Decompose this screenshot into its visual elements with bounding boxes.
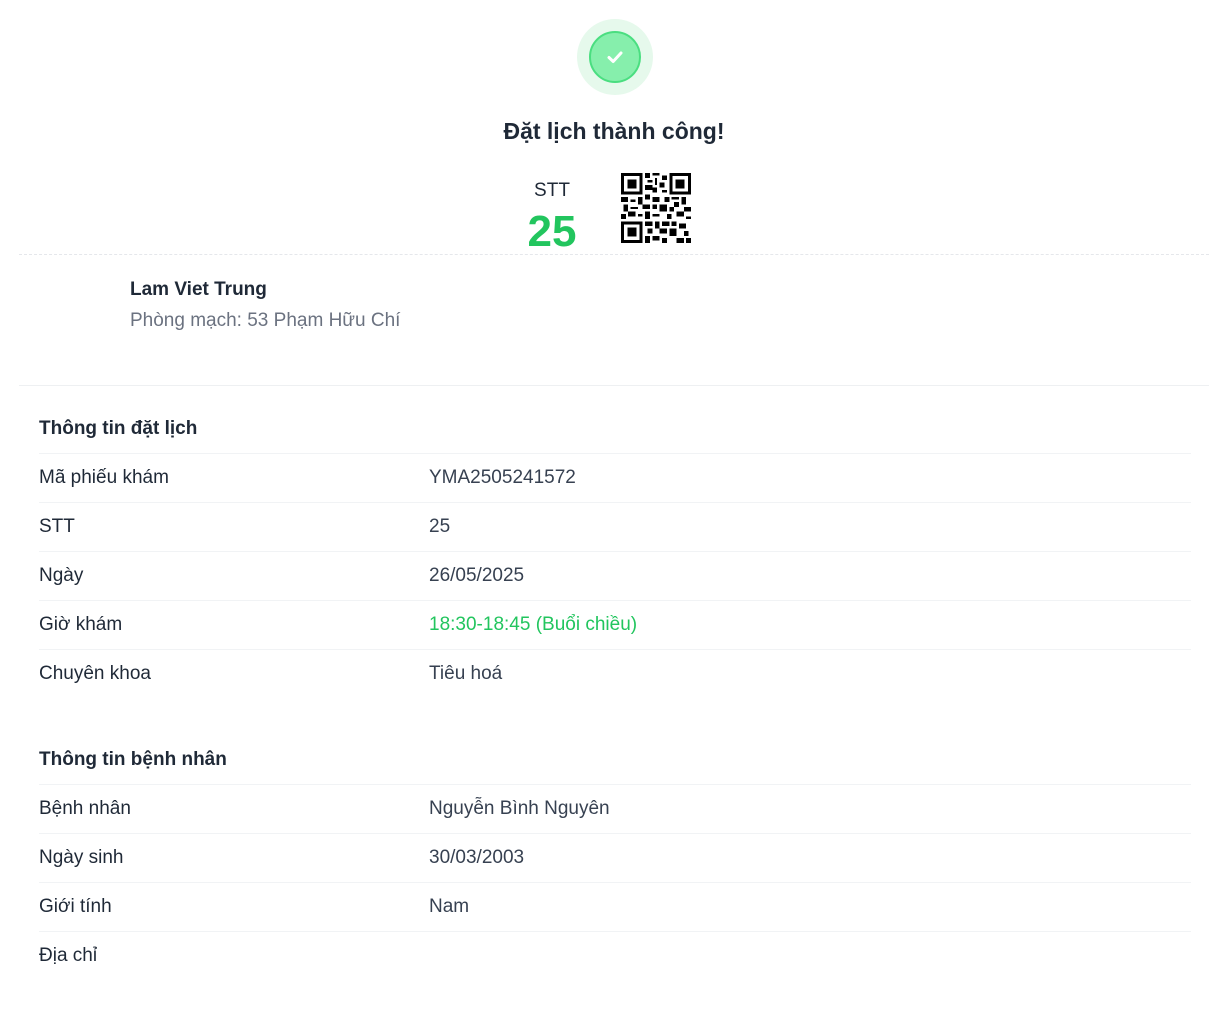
- doctor-name: Lam Viet Trung: [130, 279, 267, 300]
- row-label: Mã phiếu khám: [39, 467, 169, 488]
- booking-row-stt: STT 25: [39, 503, 1191, 552]
- patient-row-name: Bệnh nhân Nguyễn Bình Nguyên: [39, 785, 1191, 834]
- dotted-divider: [19, 254, 1209, 255]
- row-value: Nguyễn Bình Nguyên: [429, 798, 610, 819]
- patient-row-address: Địa chỉ: [39, 932, 1191, 980]
- row-label: Giới tính: [39, 896, 112, 917]
- row-label: Ngày sinh: [39, 847, 124, 868]
- row-value: YMA2505241572: [429, 467, 576, 488]
- row-value: 25: [429, 516, 451, 537]
- section-divider: [19, 385, 1209, 386]
- booking-info-title: Thông tin đặt lịch: [39, 405, 1191, 454]
- patient-info-title: Thông tin bệnh nhân: [39, 736, 1191, 785]
- booking-row-ticket-code: Mã phiếu khám YMA2505241572: [39, 454, 1191, 503]
- row-label: Chuyên khoa: [39, 663, 151, 684]
- appointment-time: 18:30-18:45 (Buổi chiều): [429, 614, 638, 635]
- row-value: 26/05/2025: [429, 565, 525, 586]
- patient-info-section: Thông tin bệnh nhân Bệnh nhân Nguyễn Bìn…: [39, 736, 1191, 980]
- stt-number: 25: [527, 207, 577, 256]
- row-value: Tiêu hoá: [429, 663, 503, 684]
- qr-code-icon: [621, 173, 691, 243]
- stt-label: STT: [534, 180, 570, 201]
- row-label: Giờ khám: [39, 614, 123, 635]
- booking-row-time: Giờ khám 18:30-18:45 (Buổi chiều): [39, 601, 1191, 650]
- booking-row-specialty: Chuyên khoa Tiêu hoá: [39, 650, 1191, 698]
- booking-info-section: Thông tin đặt lịch Mã phiếu khám YMA2505…: [39, 405, 1191, 698]
- page-title: Đặt lịch thành công!: [503, 118, 725, 144]
- patient-row-gender: Giới tính Nam: [39, 883, 1191, 932]
- row-value: 30/03/2003: [429, 847, 525, 868]
- patient-row-dob: Ngày sinh 30/03/2003: [39, 834, 1191, 883]
- row-label: STT: [39, 516, 75, 537]
- booking-success-page: Đặt lịch thành công! STT 25 Lam Viet Tru…: [0, 0, 1228, 1018]
- booking-row-date: Ngày 26/05/2025: [39, 552, 1191, 601]
- row-label: Bệnh nhân: [39, 798, 131, 819]
- row-value: Nam: [429, 896, 470, 917]
- queue-number-block: STT 25: [500, 178, 604, 254]
- success-badge: [577, 19, 653, 95]
- row-label: Địa chỉ: [39, 945, 98, 966]
- clinic-address: Phòng mạch: 53 Phạm Hữu Chí: [130, 310, 401, 331]
- row-label: Ngày: [39, 565, 84, 586]
- check-circle-icon: [589, 31, 641, 83]
